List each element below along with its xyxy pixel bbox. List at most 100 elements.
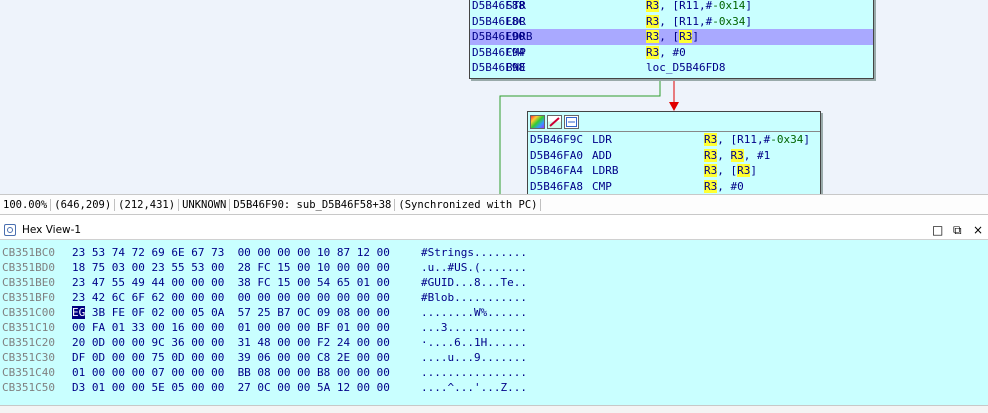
hex-ascii[interactable]: ...3............	[421, 320, 527, 335]
asm-operands[interactable]: R3, [R11,#-0x14]	[646, 0, 752, 14]
hex-row[interactable]: CB351BC0 23 53 74 72 69 6E 67 73 00 00 00…	[0, 245, 988, 260]
hex-row[interactable]: CB351BF0 23 42 6C 6F 62 00 00 00 00 00 00…	[0, 290, 988, 305]
hex-offset[interactable]: CB351C20	[2, 335, 55, 350]
asm-line[interactable]: D5B46F90 LDRB R3, [R3]	[470, 29, 873, 45]
hex-ascii[interactable]: #Strings........	[421, 245, 527, 260]
restore-icon[interactable]: □	[932, 223, 943, 237]
hex-view-icon	[4, 224, 16, 236]
hex-offset[interactable]: CB351BF0	[2, 290, 55, 305]
hex-offset[interactable]: CB351C10	[2, 320, 55, 335]
asm-line[interactable]: D5B46F9C LDR R3, [R11,#-0x34]	[528, 132, 820, 148]
graph-overview-icon[interactable]	[564, 114, 579, 129]
register-token[interactable]: R3	[679, 30, 693, 43]
zoom-level: 100.00%	[0, 198, 52, 211]
register-token[interactable]: R3	[704, 164, 718, 177]
asm-line[interactable]: D5B46FA4 LDRB R3, [R3]	[528, 163, 820, 179]
hex-row[interactable]: CB351C10 00 FA 01 33 00 16 00 00 01 00 00…	[0, 320, 988, 335]
node-top-lines: D5B46F88 STR R3, [R11,#-0x14] D5B46F8C LDR R3…	[470, 0, 873, 76]
hex-cursor[interactable]: EG	[72, 306, 86, 319]
float-window-icon[interactable]: ⧉	[953, 223, 962, 238]
close-icon[interactable]: ×	[973, 223, 983, 237]
hex-bytes[interactable]: 23 42 6C 6F 62 00 00 00 00 00 00 00 00 0…	[72, 290, 390, 305]
hex-row[interactable]: CB351C00 EG 3B FE 0F 02 00 05 0A 57 25 B7…	[0, 305, 988, 320]
hex-offset[interactable]: CB351C00	[2, 305, 55, 320]
hex-view-titlebar[interactable]: Hex View-1 □ ⧉ ×	[0, 221, 988, 240]
color-palette-icon[interactable]	[530, 114, 545, 129]
hex-bytes[interactable]: EG 3B FE 0F 02 00 05 0A 57 25 B7 0C 09 0…	[72, 305, 390, 320]
hex-offset[interactable]: CB351BD0	[2, 260, 55, 275]
asm-line[interactable]: D5B46FA8 CMP R3, #0	[528, 179, 820, 195]
asm-mnemonic: CMP	[506, 45, 526, 59]
hex-ascii[interactable]: #GUID...8...Te..	[421, 275, 527, 290]
asm-line[interactable]: D5B46F8C LDR R3, [R11,#-0x34]	[470, 14, 873, 30]
operand-text: loc_D5B46FD8	[646, 61, 726, 74]
register-token[interactable]: R3	[646, 14, 660, 28]
hex-row[interactable]: CB351C40 01 00 00 00 07 00 00 00 BB 08 00…	[0, 365, 988, 380]
asm-operands[interactable]: R3, [R3]	[646, 29, 699, 45]
hex-offset[interactable]: CB351C40	[2, 365, 55, 380]
asm-operands[interactable]: R3, [R11,#-0x34]	[646, 14, 752, 30]
operand-text: , [R11,#	[717, 133, 771, 146]
hex-ascii[interactable]: ·....6..1H......	[421, 335, 527, 350]
asm-line[interactable]: D5B46F88 STR R3, [R11,#-0x14]	[470, 0, 873, 14]
asm-operands[interactable]: R3, [R11,#-0x34]	[704, 132, 810, 148]
asm-operands[interactable]: R3, #0	[704, 179, 744, 195]
immediate-token: -0x34	[712, 14, 746, 28]
hex-bytes[interactable]: DF 0D 00 00 75 0D 00 00 39 06 00 00 C8 2…	[72, 350, 390, 365]
hex-row[interactable]: CB351BE0 23 47 55 49 44 00 00 00 38 FC 15…	[0, 275, 988, 290]
register-token[interactable]: R3	[646, 30, 660, 43]
register-token[interactable]: R3	[730, 148, 744, 162]
hex-row[interactable]: CB351BD0 18 75 03 00 23 55 53 00 28 FC 15…	[0, 260, 988, 275]
hex-ascii[interactable]: .u..#US.(.......	[421, 260, 527, 275]
hex-bytes[interactable]: D3 01 00 00 5E 05 00 00 27 0C 00 00 5A 1…	[72, 380, 390, 395]
hex-ascii[interactable]: ....^...'...Z...	[421, 380, 527, 395]
asm-operands[interactable]: R3, R3, #1	[704, 148, 770, 164]
hex-ascii[interactable]: ........W%......	[421, 305, 527, 320]
hex-row[interactable]: CB351C20 20 0D 00 00 9C 36 00 00 31 48 00…	[0, 335, 988, 350]
register-token[interactable]: R3	[646, 0, 660, 12]
hex-offset[interactable]: CB351BC0	[2, 245, 55, 260]
graph-node-bottom[interactable]: D5B46F9C LDR R3, [R11,#-0x34] D5B46FA0 ADD R3…	[527, 111, 821, 194]
hex-ascii[interactable]: #Blob...........	[421, 290, 527, 305]
asm-operands[interactable]: R3, [R3]	[704, 163, 757, 179]
operand-text: , #0	[659, 45, 686, 59]
graph-coords: (646,209)	[51, 198, 116, 211]
hex-bytes[interactable]: 23 47 55 49 44 00 00 00 38 FC 15 00 54 6…	[72, 275, 390, 290]
hex-row[interactable]: CB351C50 D3 01 00 00 5E 05 00 00 27 0C 00…	[0, 380, 988, 395]
hex-bytes[interactable]: 23 53 74 72 69 6E 67 73 00 00 00 00 10 8…	[72, 245, 390, 260]
register-token[interactable]: R3	[737, 164, 751, 177]
operand-text: ]	[745, 0, 752, 12]
operand-text: ]	[803, 133, 810, 146]
register-token[interactable]: R3	[704, 179, 718, 193]
asm-mnemonic: LDRB	[592, 164, 619, 177]
hex-bytes[interactable]: 01 00 00 00 07 00 00 00 BB 08 00 00 B8 0…	[72, 365, 390, 380]
graph-view[interactable]: D5B46F88 STR R3, [R11,#-0x14] D5B46F8C LDR R3…	[0, 0, 988, 194]
operand-text: ]	[692, 30, 699, 43]
operand-text: ]	[745, 14, 752, 28]
asm-line[interactable]: D5B46FA0 ADD R3, R3, #1	[528, 148, 820, 164]
hex-offset[interactable]: CB351BE0	[2, 275, 55, 290]
register-token[interactable]: R3	[646, 45, 660, 59]
hex-offset[interactable]: CB351C50	[2, 380, 55, 395]
hex-bytes[interactable]: 18 75 03 00 23 55 53 00 28 FC 15 00 10 0…	[72, 260, 390, 275]
hex-offset[interactable]: CB351C30	[2, 350, 55, 365]
hex-row[interactable]: CB351C30 DF 0D 00 00 75 0D 00 00 39 06 00…	[0, 350, 988, 365]
asm-mnemonic: BNE	[506, 61, 526, 74]
asm-line[interactable]: D5B46F94 CMP R3, #0	[470, 45, 873, 61]
current-location: D5B46F90: sub_D5B46F58+38	[230, 198, 396, 211]
graph-node-top[interactable]: D5B46F88 STR R3, [R11,#-0x14] D5B46F8C LDR R3…	[469, 0, 874, 79]
asm-line[interactable]: D5B46F98 BNE loc_D5B46FD8	[470, 60, 873, 76]
asm-mnemonic: LDRB	[506, 30, 533, 43]
edit-node-icon[interactable]	[547, 114, 562, 129]
hex-dump[interactable]: CB351BC0 23 53 74 72 69 6E 67 73 00 00 00…	[0, 240, 988, 405]
register-token[interactable]: R3	[704, 133, 718, 146]
hex-ascii[interactable]: ....u...9.......	[421, 350, 527, 365]
segment-name: UNKNOWN	[179, 198, 231, 211]
hex-ascii[interactable]: ................	[421, 365, 527, 380]
hex-bytes[interactable]: 20 0D 00 00 9C 36 00 00 31 48 00 00 F2 2…	[72, 335, 390, 350]
graph-status-bar: 100.00% (646,209) (212,431) UNKNOWN D5B4…	[0, 194, 988, 215]
asm-operands[interactable]: loc_D5B46FD8	[646, 60, 725, 76]
asm-operands[interactable]: R3, #0	[646, 45, 686, 61]
hex-bytes[interactable]: 00 FA 01 33 00 16 00 00 01 00 00 00 BF 0…	[72, 320, 390, 335]
register-token[interactable]: R3	[704, 148, 718, 162]
